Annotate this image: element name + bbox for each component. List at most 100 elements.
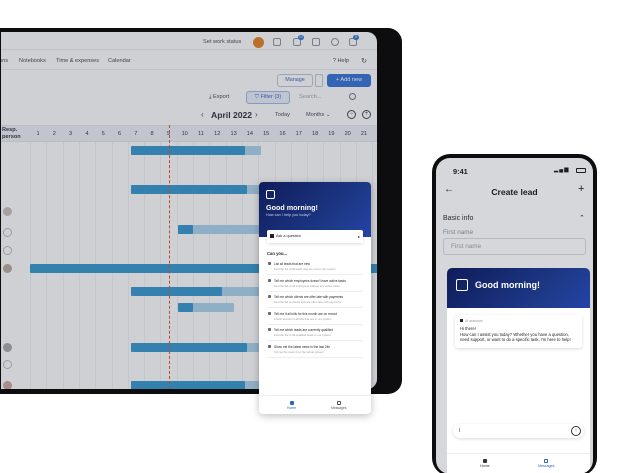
- chevron-down-icon: ⌄: [324, 112, 331, 118]
- message-sender: AI assistant: [465, 319, 483, 323]
- suggestion-title: Tell me which employees doesn't have act…: [274, 278, 346, 283]
- inbox-badge: 12: [298, 35, 304, 40]
- gantt-day-13: 13: [230, 131, 237, 137]
- gantt-bar-progress[interactable]: [178, 225, 193, 234]
- chat-hero: Good morning! How can I help you today?: [259, 182, 371, 237]
- nav-item-notebooks-label[interactable]: Notebooks: [19, 58, 46, 64]
- arrow-right-icon: ▸: [357, 234, 360, 239]
- help-label: Help: [337, 58, 349, 64]
- zoom-in-icon[interactable]: +: [362, 110, 371, 119]
- ask-question-label: Ask a question: [276, 234, 301, 238]
- next-month-chevron-icon[interactable]: ›: [255, 110, 258, 119]
- suggestion-subtitle: Find the list of clients that are often …: [274, 300, 342, 304]
- gantt-bar-progress[interactable]: [178, 303, 193, 312]
- gantt-day-2: 2: [52, 131, 56, 137]
- suggestion-item[interactable]: Tell me which employees doesn't have act…: [267, 277, 363, 292]
- suggestion-title: List all leads that are new: [274, 262, 310, 266]
- messages-icon: [336, 401, 341, 405]
- footer-messages-tab[interactable]: Messages: [331, 401, 346, 410]
- chat-icon: [270, 234, 274, 238]
- messages-icon: [544, 459, 549, 463]
- footer-messages-label: Messages: [538, 464, 555, 468]
- today-button[interactable]: Today: [275, 112, 290, 118]
- zoom-out-icon[interactable]: −: [347, 110, 356, 119]
- message-input[interactable]: I ↑: [453, 424, 584, 438]
- avatar: [3, 264, 12, 273]
- suggestion-item[interactable]: Tell me if all bills for this month are …: [267, 310, 363, 325]
- suggestion-item[interactable]: Show me the latest news in the last 24h T…: [267, 343, 363, 358]
- gantt-bar-progress[interactable]: [131, 146, 246, 155]
- gantt-bar-progress[interactable]: [131, 343, 247, 352]
- showcase: Set work status 12 5 ons: [0, 0, 640, 473]
- current-month: April 2022: [211, 110, 253, 120]
- gantt-day-15: 15: [263, 131, 270, 137]
- search-icon[interactable]: [349, 93, 356, 100]
- work-status-link[interactable]: Set work status: [203, 39, 241, 45]
- suggestion-icon: [268, 295, 271, 298]
- send-arrow-icon[interactable]: ↑: [571, 426, 581, 436]
- gantt-day-10: 10: [181, 131, 188, 137]
- suggestion-icon: [268, 311, 271, 315]
- suggestion-subtitle: Check and list of all bills that are in …: [274, 316, 332, 321]
- chat-greeting: Good morning!: [475, 280, 540, 290]
- chat-subtitle: How can I help you today?: [266, 213, 311, 217]
- nav-item-calendar[interactable]: Calendar: [108, 58, 131, 64]
- today-line: [168, 125, 170, 389]
- assistant-logo-icon: [266, 190, 275, 199]
- suggestion-item[interactable]: Tell me which leads are currently qualif…: [267, 326, 363, 341]
- export-button[interactable]: ⤓ Export: [209, 94, 229, 101]
- gantt-bar-progress[interactable]: [131, 185, 247, 194]
- refresh-icon[interactable]: ↻: [361, 57, 367, 65]
- assistant-icon: [460, 319, 463, 322]
- suggestion-item[interactable]: List all leads that are new Find the list…: [267, 260, 363, 275]
- ask-question-button[interactable]: Ask a question ▸: [267, 230, 363, 243]
- gantt-day-11: 11: [198, 131, 204, 137]
- gantt-day-18: 18: [311, 131, 319, 137]
- suggestion-title: Tell me which clients are offer late wit…: [274, 295, 344, 299]
- suggestion-title: Tell me if all bills for this month are …: [274, 311, 338, 316]
- footer-home-tab[interactable]: Home: [287, 401, 296, 410]
- suggestion-title: Show me the latest news in the last 24h: [274, 344, 331, 349]
- avatar: [3, 360, 12, 369]
- gantt-day-5: 5: [101, 131, 105, 137]
- mail-icon[interactable]: [312, 38, 320, 46]
- view-select[interactable]: Months ⌄: [306, 112, 331, 118]
- filter-button[interactable]: ⛉ Filter (3): [246, 91, 290, 104]
- message-line-2: How can I assist you today? Whether you …: [460, 331, 571, 343]
- home-icon: [289, 401, 294, 405]
- suggestion-subtitle: Find the list of all employees without a…: [274, 283, 340, 288]
- phone-device: 9:41 ▂▄▆ ← Create lead + Basic info ⌃ Fi…: [432, 154, 597, 473]
- footer-messages-tab[interactable]: Messages: [538, 459, 554, 468]
- more-options-button[interactable]: [315, 74, 323, 87]
- prev-month-chevron-icon[interactable]: ‹: [201, 110, 204, 119]
- nav-item-time-expenses[interactable]: Time & expenses: [56, 58, 99, 64]
- phone-icon[interactable]: [331, 38, 339, 46]
- suggestion-item[interactable]: Tell me which clients are offer late wit…: [267, 293, 363, 308]
- footer-home-label: Home: [480, 464, 490, 468]
- user-avatar[interactable]: [253, 37, 264, 48]
- chat-footer: Home Messages: [447, 453, 590, 473]
- help-link[interactable]: ? Help: [333, 58, 349, 64]
- assistant-chat-panel: Good morning! How can I help you today? …: [259, 182, 371, 414]
- nav-item-0[interactable]: ons: [1, 58, 8, 64]
- gantt-day-3: 3: [69, 131, 73, 137]
- gantt-bar-progress[interactable]: [131, 287, 223, 296]
- footer-home-tab[interactable]: Home: [480, 459, 490, 468]
- avatar: [3, 228, 12, 237]
- assistant-chat-sheet: Good morning! AI assistant Hi there! How…: [447, 268, 590, 473]
- add-new-button[interactable]: + Add new: [327, 74, 371, 87]
- gantt-day-21: 21: [360, 131, 368, 137]
- manage-button[interactable]: Manage: [277, 74, 313, 87]
- gantt-day-12: 12: [214, 131, 221, 137]
- gantt-day-14: 14: [246, 131, 253, 137]
- home-icon[interactable]: [273, 38, 281, 46]
- gantt-bar-progress[interactable]: [131, 381, 246, 389]
- gantt-day-20: 20: [344, 131, 351, 137]
- gantt-day-16: 16: [279, 131, 286, 137]
- suggestion-icon: [268, 262, 271, 265]
- suggestion-subtitle: Find the list of all qualified leads in …: [274, 333, 332, 337]
- search-input[interactable]: Search...: [299, 94, 321, 100]
- chat-footer: Home Messages: [259, 395, 371, 414]
- export-label: Export: [213, 94, 230, 100]
- gantt-day-6: 6: [117, 131, 122, 137]
